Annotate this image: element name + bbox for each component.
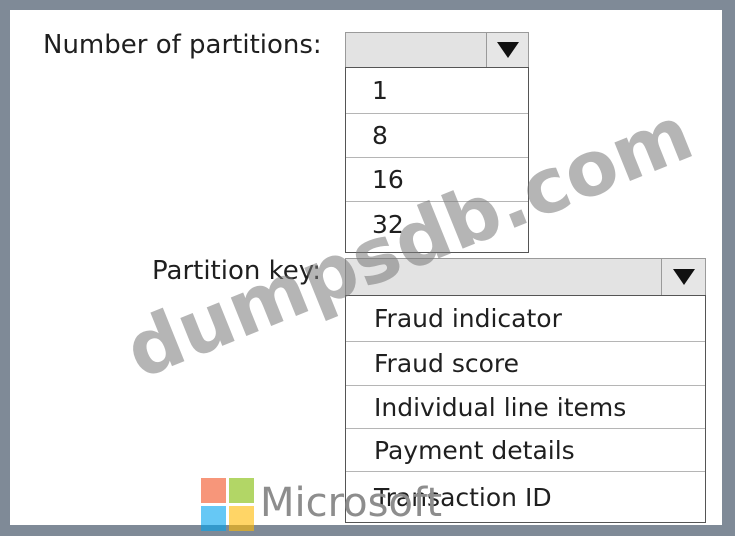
partitions-options-list: 1 8 16 32 bbox=[345, 67, 529, 253]
logo-square-green bbox=[229, 478, 254, 503]
partition-key-option-fraud-indicator[interactable]: Fraud indicator bbox=[346, 296, 705, 342]
partitions-option-8[interactable]: 8 bbox=[346, 114, 528, 158]
chevron-down-icon bbox=[496, 42, 519, 58]
logo-square-red bbox=[201, 478, 226, 503]
hotspot-panel: Number of partitions: 1 8 16 32 Partitio… bbox=[10, 10, 722, 531]
logo-square-blue bbox=[201, 506, 226, 531]
partitions-label: Number of partitions: bbox=[43, 30, 322, 60]
partition-key-label: Partition key: bbox=[152, 256, 321, 286]
chevron-down-icon bbox=[672, 269, 695, 285]
partition-key-option-fraud-score[interactable]: Fraud score bbox=[346, 342, 705, 386]
partition-key-option-payment-details[interactable]: Payment details bbox=[346, 429, 705, 472]
partition-key-dropdown-arrow[interactable] bbox=[661, 259, 705, 295]
partitions-dropdown[interactable] bbox=[345, 32, 529, 68]
partitions-option-16[interactable]: 16 bbox=[346, 158, 528, 202]
partitions-option-32[interactable]: 32 bbox=[346, 202, 528, 246]
partitions-option-1[interactable]: 1 bbox=[346, 68, 528, 114]
microsoft-logo-icon bbox=[201, 478, 254, 531]
partition-key-option-individual-line-items[interactable]: Individual line items bbox=[346, 386, 705, 429]
partition-key-dropdown[interactable] bbox=[345, 258, 706, 296]
microsoft-brand-text: Microsoft bbox=[260, 480, 443, 526]
partitions-dropdown-arrow[interactable] bbox=[486, 33, 528, 67]
logo-square-yellow bbox=[229, 506, 254, 531]
